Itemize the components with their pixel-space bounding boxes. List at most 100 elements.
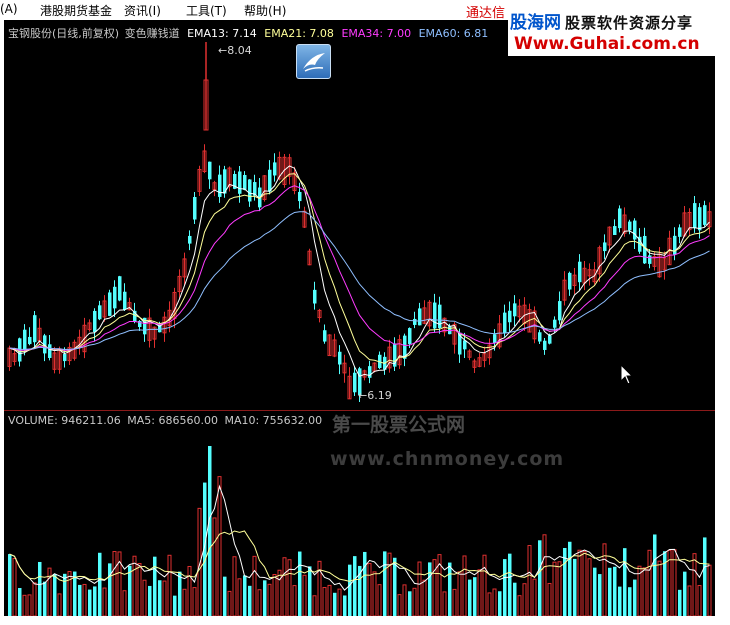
volume-bar bbox=[522, 583, 527, 616]
volume-bar bbox=[82, 583, 87, 616]
volume-bar bbox=[577, 549, 582, 616]
volume-bar bbox=[348, 564, 352, 616]
volume-bar bbox=[212, 517, 217, 616]
volume-bar bbox=[102, 587, 107, 616]
volume-bar bbox=[582, 551, 587, 616]
volume-bar bbox=[47, 567, 52, 616]
volume-bar bbox=[663, 551, 667, 616]
volume-bar bbox=[568, 541, 572, 616]
volume-bar bbox=[367, 563, 372, 616]
volume-bar bbox=[557, 561, 562, 616]
volume-bar bbox=[618, 586, 622, 616]
volume-bar bbox=[327, 584, 332, 616]
volume-bar bbox=[468, 579, 472, 616]
volume-bar bbox=[608, 567, 612, 616]
volume-bar bbox=[383, 551, 387, 616]
volume-bar bbox=[412, 587, 417, 616]
right-frame bbox=[715, 20, 730, 625]
tongda-label: 通达信 bbox=[466, 6, 506, 21]
volume-bar bbox=[503, 559, 507, 616]
volume-bar bbox=[613, 566, 617, 616]
volume-bar bbox=[477, 569, 482, 616]
volume-bar bbox=[122, 590, 127, 616]
volume-bar bbox=[282, 557, 287, 616]
volume-bar bbox=[707, 564, 712, 616]
volume-bar bbox=[333, 592, 337, 616]
chart-panel[interactable]: 宝钢股份(日线,前复权) 变色赚钱道 EMA13: 7.14 EMA21: 7.… bbox=[4, 20, 715, 616]
volume-bar bbox=[108, 563, 112, 616]
volume-bar bbox=[498, 591, 502, 616]
volume-bar bbox=[277, 569, 282, 616]
volume-bar bbox=[513, 582, 517, 616]
volume-bar bbox=[162, 580, 167, 616]
volume-bar bbox=[287, 559, 292, 616]
volume-bar bbox=[628, 587, 632, 616]
volume-bar bbox=[223, 576, 227, 616]
volume-bar bbox=[18, 588, 22, 616]
volume-bar bbox=[422, 579, 427, 616]
volume-bar bbox=[257, 589, 262, 616]
menu-item-help[interactable]: 帮助(H) bbox=[244, 2, 286, 19]
volume-bar bbox=[22, 594, 27, 616]
volume-bar bbox=[53, 574, 57, 616]
volume-bar bbox=[272, 573, 277, 616]
volume-bar bbox=[552, 561, 557, 616]
menu-item-hk-futures-funds[interactable]: 港股期货基金 bbox=[40, 2, 112, 19]
volume-bar bbox=[587, 558, 592, 616]
logo-url: Www.Guhai.com.cn bbox=[514, 34, 700, 54]
volume-bar bbox=[377, 584, 382, 616]
menu-item-a[interactable]: (A) bbox=[0, 2, 18, 16]
volume-bar bbox=[292, 585, 297, 616]
volume-bar bbox=[252, 555, 257, 616]
bottom-frame bbox=[0, 616, 730, 625]
volume-bar bbox=[12, 558, 17, 616]
volume-bar bbox=[167, 554, 172, 616]
volume-bar bbox=[687, 585, 692, 616]
logo-cn: 股海网 bbox=[510, 13, 561, 33]
volume-bar bbox=[653, 534, 657, 616]
volume-bar bbox=[442, 591, 447, 616]
volume-bar bbox=[547, 582, 552, 616]
volume-bar bbox=[647, 549, 652, 616]
volume-bar bbox=[417, 561, 422, 616]
volume-bar bbox=[308, 566, 312, 616]
volume-bar bbox=[683, 571, 687, 616]
volume-bar bbox=[457, 571, 462, 616]
volume-bar bbox=[397, 594, 402, 616]
volume-bar bbox=[112, 551, 117, 616]
volume-bar bbox=[93, 586, 97, 616]
volume-bar bbox=[473, 577, 477, 616]
volume-bar bbox=[267, 583, 272, 616]
volume-bar bbox=[402, 584, 407, 616]
volume-bar bbox=[432, 559, 437, 616]
volume-bar bbox=[148, 585, 152, 616]
volume-bar bbox=[602, 543, 607, 616]
volume-bar bbox=[32, 582, 37, 616]
volume-bar bbox=[482, 554, 487, 616]
volume-bar bbox=[153, 556, 157, 616]
volume-bar bbox=[137, 562, 142, 616]
volume-bar bbox=[448, 562, 452, 616]
menu-item-tools[interactable]: 工具(T) bbox=[186, 2, 227, 19]
volume-chart bbox=[8, 446, 712, 616]
volume-bar bbox=[217, 476, 222, 616]
volume-bar bbox=[593, 567, 597, 616]
volume-bar bbox=[492, 588, 497, 616]
volume-bar bbox=[657, 560, 662, 616]
volume-bar bbox=[508, 553, 512, 616]
volume-bar bbox=[462, 555, 467, 616]
menu-item-info[interactable]: 资讯(I) bbox=[124, 2, 161, 19]
app-bird-icon[interactable] bbox=[296, 44, 331, 79]
volume-bar bbox=[542, 534, 547, 616]
volume-bar bbox=[173, 595, 177, 616]
guhai-logo: 股海网 股票软件资源分享 Www.Guhai.com.cn bbox=[508, 4, 730, 56]
volume-bar bbox=[697, 585, 702, 616]
volume-bar bbox=[67, 571, 72, 616]
logo-subtitle: 股票软件资源分享 bbox=[565, 14, 694, 32]
volume-bar bbox=[178, 571, 182, 616]
volume-bar bbox=[633, 579, 637, 616]
volume-bar bbox=[227, 590, 232, 616]
volume-bar bbox=[623, 548, 627, 616]
volume-bar bbox=[8, 554, 12, 616]
volume-bar bbox=[187, 565, 192, 616]
